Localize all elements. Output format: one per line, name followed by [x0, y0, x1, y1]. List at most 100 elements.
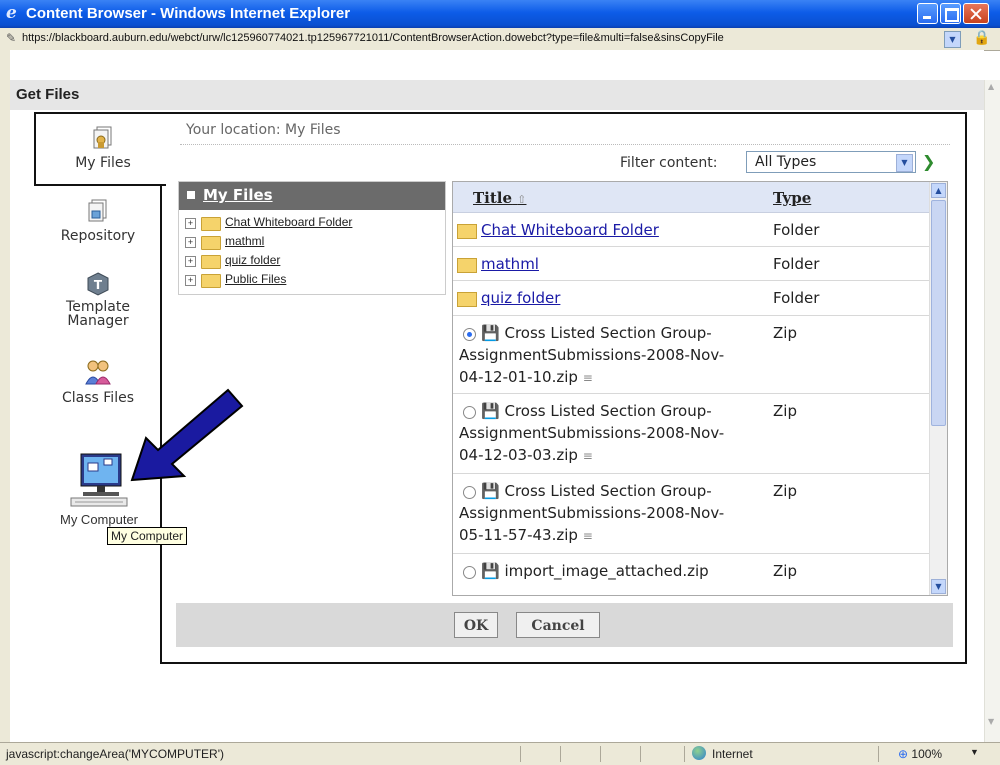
- page-title: Get Files: [16, 86, 80, 103]
- pointer-arrow-icon: [130, 388, 244, 482]
- type-cell: Folder: [773, 289, 820, 307]
- scroll-down-icon[interactable]: ▼: [931, 579, 946, 594]
- sort-up-icon: ⇧: [517, 193, 527, 206]
- tree-item-label[interactable]: Chat Whiteboard Folder: [225, 215, 352, 229]
- table-row[interactable]: Chat Whiteboard Folder Folder: [453, 213, 929, 247]
- column-header-title[interactable]: Title ⇧: [473, 189, 526, 207]
- status-separator: [600, 746, 601, 762]
- folder-icon: [201, 217, 221, 231]
- window-titlebar: e Content Browser - Windows Internet Exp…: [0, 0, 1000, 28]
- file-name-line: AssignmentSubmissions-2008-Nov-: [459, 504, 725, 522]
- chevron-down-icon[interactable]: ▼: [896, 154, 913, 172]
- type-cell: Zip: [773, 562, 797, 580]
- minimize-button[interactable]: [917, 3, 938, 24]
- page-icon: ✎: [6, 31, 17, 45]
- table-scrollbar[interactable]: ▲ ▼: [929, 182, 947, 595]
- type-cell: Folder: [773, 255, 820, 273]
- details-icon[interactable]: ≡: [583, 529, 593, 543]
- internet-zone-icon: [692, 746, 706, 760]
- scroll-up-icon[interactable]: ▲: [988, 82, 994, 91]
- tree-item-label[interactable]: Public Files: [225, 272, 286, 286]
- folder-icon: [457, 258, 477, 273]
- zoom-dropdown-icon[interactable]: ▼: [970, 747, 979, 757]
- tab-joint: [158, 114, 164, 180]
- my-computer-icon: [70, 453, 128, 507]
- tooltip: My Computer: [107, 527, 188, 545]
- address-bar: ✎ https://blackboard.auburn.edu/webct/ur…: [0, 28, 1000, 51]
- file-name-line: AssignmentSubmissions-2008-Nov-: [459, 424, 725, 442]
- table-row[interactable]: mathml Folder: [453, 247, 929, 281]
- folder-link[interactable]: Chat Whiteboard Folder: [481, 221, 659, 239]
- scroll-down-icon[interactable]: ▼: [988, 717, 994, 726]
- scroll-up-icon[interactable]: ▲: [931, 183, 946, 198]
- file-name-line: 04-12-03-03.zip: [459, 446, 578, 464]
- table-row[interactable]: 💾 Cross Listed Section Group- Assignment…: [453, 316, 929, 394]
- folder-icon: [201, 236, 221, 250]
- file-name-line: Cross Listed Section Group-: [504, 482, 712, 500]
- type-cell: Zip: [773, 482, 797, 500]
- file-name-cell: 💾 Cross Listed Section Group- Assignment…: [459, 400, 759, 467]
- repository-icon: [88, 199, 107, 222]
- zip-file-icon: 💾: [481, 482, 500, 500]
- file-table: Title ⇧ Type Chat Whiteboard Folder Fold…: [452, 181, 948, 596]
- folder-link[interactable]: mathml: [481, 255, 539, 273]
- ok-button[interactable]: OK: [454, 612, 498, 638]
- zip-file-icon: 💾: [481, 562, 500, 580]
- status-separator: [684, 746, 685, 762]
- window-title: Content Browser - Windows Internet Explo…: [26, 5, 351, 22]
- tree-header-bullet: [187, 191, 195, 199]
- nav-label-my-files: My Files: [75, 155, 131, 171]
- details-icon[interactable]: ≡: [583, 449, 593, 463]
- details-icon[interactable]: ≡: [583, 371, 593, 385]
- status-message: javascript:changeArea('MYCOMPUTER'): [6, 747, 224, 761]
- divider: [180, 144, 950, 145]
- cancel-button[interactable]: Cancel: [516, 612, 600, 638]
- lock-icon[interactable]: 🔒: [973, 30, 990, 46]
- type-cell: Zip: [773, 324, 797, 342]
- expand-icon[interactable]: +: [185, 237, 196, 248]
- expand-icon[interactable]: +: [185, 256, 196, 267]
- file-name-line: import_image_attached.zip: [504, 562, 709, 580]
- file-name-cell: 💾 Cross Listed Section Group- Assignment…: [459, 480, 759, 547]
- zoom-icon: ⊕: [898, 747, 909, 761]
- table-row[interactable]: 💾 Cross Listed Section Group- Assignment…: [453, 474, 929, 554]
- nav-template-manager[interactable]: T Template Manager: [50, 272, 146, 328]
- expand-icon[interactable]: +: [185, 275, 196, 286]
- folder-tree: My Files + Chat Whiteboard Folder + math…: [178, 181, 446, 295]
- tree-header-label: My Files: [203, 186, 273, 204]
- zip-file-icon: 💾: [481, 324, 500, 342]
- table-row[interactable]: 💾 Cross Listed Section Group- Assignment…: [453, 394, 929, 474]
- table-row[interactable]: quiz folder Folder: [453, 281, 929, 316]
- window-left-edge: [0, 50, 10, 742]
- folder-link[interactable]: quiz folder: [481, 289, 560, 307]
- file-name-line: 05-11-57-43.zip: [459, 526, 578, 544]
- url-field[interactable]: https://blackboard.auburn.edu/webct/urw/…: [22, 32, 942, 44]
- tree-header[interactable]: My Files: [179, 182, 445, 210]
- location-breadcrumb: Your location: My Files: [186, 122, 341, 138]
- table-row[interactable]: 💾 import_image_attached.zip Zip: [453, 554, 929, 595]
- url-dropdown-button[interactable]: ▼: [944, 31, 961, 48]
- status-separator: [520, 746, 521, 762]
- folder-icon: [201, 255, 221, 269]
- page-scrollbar[interactable]: ▲ ▼: [984, 80, 1000, 742]
- status-separator: [640, 746, 641, 762]
- folder-icon: [457, 292, 477, 307]
- file-name-line: AssignmentSubmissions-2008-Nov-: [459, 346, 725, 364]
- go-arrow-icon[interactable]: ❯: [922, 152, 935, 171]
- close-button[interactable]: [963, 3, 989, 24]
- expand-icon[interactable]: +: [185, 218, 196, 229]
- nav-repository[interactable]: Repository: [50, 198, 146, 244]
- column-header-type[interactable]: Type: [773, 189, 811, 207]
- scroll-thumb[interactable]: [931, 200, 946, 426]
- tree-item-label[interactable]: quiz folder: [225, 253, 280, 267]
- zip-file-icon: 💾: [481, 402, 500, 420]
- status-separator: [560, 746, 561, 762]
- filter-label: Filter content:: [620, 155, 718, 171]
- tree-item-label[interactable]: mathml: [225, 234, 264, 248]
- nav-my-files[interactable]: My Files: [60, 125, 146, 171]
- my-files-icon: [93, 126, 112, 149]
- filter-select[interactable]: All Types ▼: [746, 151, 916, 173]
- maximize-button[interactable]: [940, 3, 961, 24]
- zoom-level[interactable]: ⊕ 100%: [898, 747, 942, 761]
- folder-icon: [201, 274, 221, 288]
